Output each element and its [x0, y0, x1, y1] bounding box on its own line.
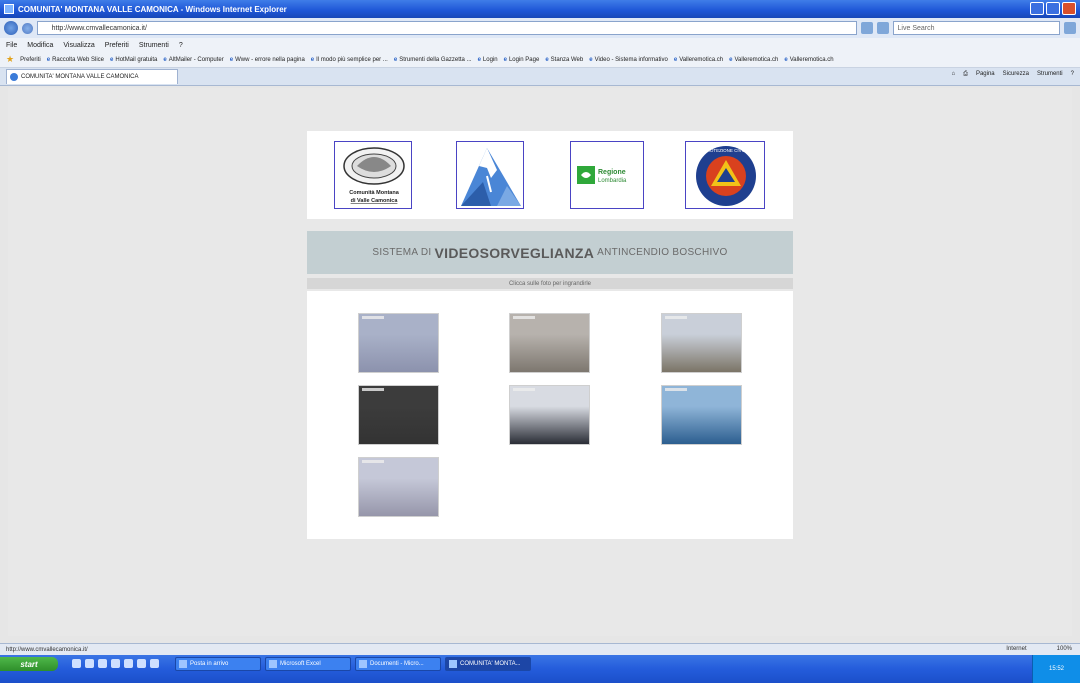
stop-icon[interactable]: [876, 22, 889, 34]
favorite-item[interactable]: Raccolta Web Slice: [47, 57, 104, 63]
favorite-item[interactable]: Login Page: [504, 57, 539, 63]
click-hint: Clicca sulle foto per ingrandirle: [307, 278, 793, 289]
window-title: COMUNITA' MONTANA VALLE CAMONICA - Windo…: [18, 4, 287, 14]
favorite-item[interactable]: Valleremotica.ch: [674, 57, 723, 63]
menu-modifica[interactable]: Modifica: [27, 42, 53, 49]
favorite-item[interactable]: Valleremotica.ch: [729, 57, 778, 63]
menu-visualizza[interactable]: Visualizza: [63, 42, 94, 49]
page-icon: [10, 73, 18, 81]
page-banner: SISTEMA DI VIDEOSORVEGLIANZA ANTINCENDIO…: [307, 231, 793, 274]
quick-launch: [72, 659, 159, 668]
menu-help[interactable]: ?: [179, 42, 183, 49]
favorites-star-icon[interactable]: ★: [6, 54, 14, 65]
back-button[interactable]: [4, 21, 18, 35]
quicklaunch-icon[interactable]: [85, 659, 94, 668]
favorite-item[interactable]: Www - errore nella pagina: [230, 57, 305, 63]
favorite-item[interactable]: Il modo più semplice per ...: [311, 57, 388, 63]
menu-bar: File Modifica Visualizza Preferiti Strum…: [0, 38, 1080, 52]
favorites-button[interactable]: Preferiti: [20, 57, 41, 63]
command-bar: ⌂ ⎙ Pagina Sicurezza Strumenti ?: [952, 71, 1075, 78]
help-icon[interactable]: ?: [1071, 71, 1074, 78]
home-icon[interactable]: ⌂: [952, 71, 956, 78]
tab-label: COMUNITA' MONTANA VALLE CAMONICA: [21, 74, 139, 80]
command-sicurezza[interactable]: Sicurezza: [1003, 71, 1029, 78]
camera-thumbnail-5[interactable]: [509, 385, 590, 445]
taskbar-item-active[interactable]: COMUNITA' MONTA...: [445, 657, 531, 671]
camera-thumbnail-1[interactable]: [358, 313, 439, 373]
rl-logo-line2: Lombardia: [598, 178, 627, 184]
cm-logo-line1: Comunità Montana: [349, 190, 399, 196]
url-field[interactable]: http://www.cmvallecamonica.it/: [36, 21, 857, 35]
favorite-item[interactable]: Stanza Web: [545, 57, 584, 63]
ie-icon: [4, 4, 14, 14]
camera-thumbnail-6[interactable]: [661, 385, 742, 445]
menu-file[interactable]: File: [6, 42, 17, 49]
command-pagina[interactable]: Pagina: [976, 71, 995, 78]
taskbar-item[interactable]: Documenti - Micro...: [355, 657, 441, 671]
taskbar-item[interactable]: Posta in arrivo: [175, 657, 261, 671]
close-button[interactable]: [1062, 2, 1076, 15]
favorite-item[interactable]: AltMailer - Computer: [163, 57, 224, 63]
camera-grid: [307, 291, 793, 539]
taskbar: start Posta in arrivo Microsoft Excel Do…: [0, 655, 1080, 683]
internet-zone: Internet: [1006, 646, 1027, 652]
page-viewport: Comunità Montana di Valle Camonica Regio…: [8, 88, 1072, 636]
tab-row: COMUNITA' MONTANA VALLE CAMONICA ⌂ ⎙ Pag…: [0, 68, 1080, 86]
menu-preferiti[interactable]: Preferiti: [105, 42, 129, 49]
forward-button[interactable]: [21, 22, 33, 34]
pc-logo-text: PROTEZIONE CIVILE: [704, 148, 749, 153]
system-tray-clock[interactable]: 15:52: [1032, 655, 1080, 683]
favorite-item[interactable]: Video - Sistema informativo: [589, 57, 668, 63]
search-input[interactable]: Live Search: [892, 21, 1061, 35]
quicklaunch-icon[interactable]: [111, 659, 120, 668]
command-strumenti[interactable]: Strumenti: [1037, 71, 1063, 78]
search-icon[interactable]: [1064, 22, 1076, 34]
browser-tab[interactable]: COMUNITA' MONTANA VALLE CAMONICA: [6, 69, 178, 84]
mountain-logo[interactable]: [456, 141, 524, 209]
logo-strip: Comunità Montana di Valle Camonica Regio…: [307, 131, 793, 219]
quicklaunch-icon[interactable]: [98, 659, 107, 668]
protezione-civile-logo[interactable]: PROTEZIONE CIVILE: [685, 141, 765, 209]
comunita-montana-logo[interactable]: Comunità Montana di Valle Camonica: [334, 141, 412, 209]
camera-thumbnail-7[interactable]: [358, 457, 439, 517]
banner-prefix: SISTEMA DI: [372, 247, 432, 258]
camera-thumbnail-3[interactable]: [661, 313, 742, 373]
minimize-button[interactable]: [1030, 2, 1044, 15]
banner-suffix: ANTINCENDIO BOSCHIVO: [597, 247, 728, 258]
status-bar: http://www.cmvallecamonica.it/ Internet …: [0, 643, 1080, 655]
favorite-item[interactable]: Valleremotica.ch: [784, 57, 834, 63]
camera-thumbnail-4[interactable]: [358, 385, 439, 445]
window-controls: [1030, 2, 1076, 15]
quicklaunch-icon[interactable]: [137, 659, 146, 668]
maximize-button[interactable]: [1046, 2, 1060, 15]
camera-thumbnail-2[interactable]: [509, 313, 590, 373]
favorite-item[interactable]: Login: [478, 57, 498, 63]
refresh-icon[interactable]: [860, 22, 873, 34]
favorite-item[interactable]: HotMail gratuita: [110, 57, 157, 63]
quicklaunch-icon[interactable]: [72, 659, 81, 668]
cm-logo-line2: di Valle Camonica: [351, 198, 399, 204]
window-titlebar: COMUNITA' MONTANA VALLE CAMONICA - Windo…: [0, 0, 1080, 18]
menu-strumenti[interactable]: Strumenti: [139, 42, 169, 49]
favorite-item[interactable]: Strumenti della Gazzetta ...: [394, 57, 471, 63]
zoom-level[interactable]: 100%: [1057, 646, 1072, 652]
taskbar-item[interactable]: Microsoft Excel: [265, 657, 351, 671]
print-icon[interactable]: ⎙: [963, 71, 968, 78]
regione-lombardia-logo[interactable]: Regione Lombardia: [570, 141, 644, 209]
favorites-bar: ★ Preferiti Raccolta Web Slice HotMail g…: [0, 52, 1080, 68]
quicklaunch-icon[interactable]: [150, 659, 159, 668]
rl-logo-line1: Regione: [598, 169, 626, 176]
status-text: http://www.cmvallecamonica.it/: [6, 646, 88, 653]
start-button[interactable]: start: [0, 657, 58, 671]
quicklaunch-icon[interactable]: [124, 659, 133, 668]
banner-emphasis: VIDEOSORVEGLIANZA: [434, 244, 595, 261]
address-bar: http://www.cmvallecamonica.it/ Live Sear…: [0, 18, 1080, 38]
